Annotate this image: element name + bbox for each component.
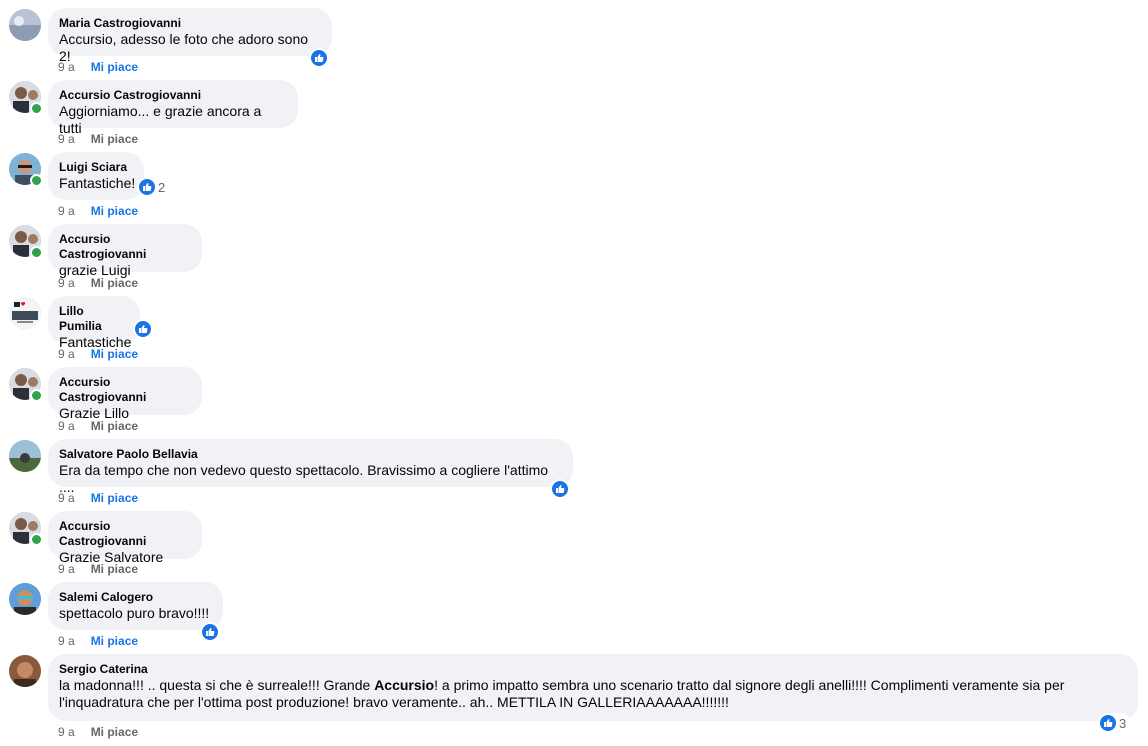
comment-author[interactable]: Accursio Castrogiovanni (59, 88, 287, 103)
comment-timestamp[interactable]: 9 a (58, 562, 75, 576)
comment-bubble: Maria Castrogiovanni Accursio, adesso le… (48, 8, 332, 64)
thumbs-up-icon (202, 624, 218, 640)
reaction-badge[interactable] (133, 319, 153, 339)
comment-author[interactable]: Accursio Castrogiovanni (59, 519, 191, 549)
thumbs-up-icon (139, 179, 155, 195)
comment-bubble: Accursio Castrogiovanni Grazie Lillo (48, 367, 202, 421)
comment-bubble: Sergio Caterina la madonna!!! .. questa … (48, 654, 1138, 721)
comment-bubble: Lillo Pumilia Fantastiche (48, 296, 140, 350)
comment-meta: 9 a Mi piace (58, 562, 138, 576)
comment-author[interactable]: Salemi Calogero (59, 590, 212, 605)
like-button[interactable]: Mi piace (91, 60, 138, 74)
like-button[interactable]: Mi piace (91, 725, 138, 739)
reaction-count: 3 (1119, 715, 1127, 731)
thumbs-up-icon (135, 321, 151, 337)
comment-timestamp[interactable]: 9 a (58, 276, 75, 290)
comment-author[interactable]: Accursio Castrogiovanni (59, 232, 191, 262)
avatar[interactable] (9, 297, 41, 329)
like-button[interactable]: Mi piace (91, 347, 138, 361)
thumbs-up-icon (552, 481, 568, 497)
comment-author[interactable]: Sergio Caterina (59, 662, 1127, 677)
avatar[interactable] (9, 440, 41, 472)
online-status-indicator (30, 533, 43, 546)
comment-timestamp[interactable]: 9 a (58, 60, 75, 74)
avatar[interactable] (9, 583, 41, 615)
reaction-badge[interactable]: 2 (137, 177, 171, 197)
reaction-badge[interactable] (550, 479, 570, 499)
comment-meta: 9 a Mi piace (58, 204, 138, 218)
reaction-count: 2 (158, 179, 166, 195)
online-status-indicator (30, 246, 43, 259)
like-button[interactable]: Mi piace (91, 634, 138, 648)
comment-text-part: la madonna!!! .. questa si che è surreal… (59, 677, 375, 693)
comment-timestamp[interactable]: 9 a (58, 725, 75, 739)
comment-meta: 9 a Mi piace (58, 491, 138, 505)
comment-meta: 9 a Mi piace (58, 60, 138, 74)
online-status-indicator (30, 102, 43, 115)
reaction-badge[interactable] (200, 622, 220, 642)
like-button[interactable]: Mi piace (91, 276, 138, 290)
comment-meta: 9 a Mi piace (58, 419, 138, 433)
comment-meta: 9 a Mi piace (58, 725, 138, 739)
comment-author[interactable]: Lillo Pumilia (59, 304, 129, 334)
comment-text: la madonna!!! .. questa si che è surreal… (59, 677, 1127, 711)
comment-author[interactable]: Accursio Castrogiovanni (59, 375, 191, 405)
comment-meta: 9 a Mi piace (58, 347, 138, 361)
like-button[interactable]: Mi piace (91, 132, 138, 146)
comment-timestamp[interactable]: 9 a (58, 132, 75, 146)
comment-bubble: Salvatore Paolo Bellavia Era da tempo ch… (48, 439, 573, 495)
comment-text: spettacolo puro bravo!!!! (59, 605, 210, 621)
like-button[interactable]: Mi piace (91, 204, 138, 218)
comment-bubble: Accursio Castrogiovanni Grazie Salvatore (48, 511, 202, 565)
online-status-indicator (30, 174, 43, 187)
avatar[interactable] (9, 9, 41, 41)
comment-bubble: Accursio Castrogiovanni Aggiorniamo... e… (48, 80, 298, 136)
comment-meta: 9 a Mi piace (58, 276, 138, 290)
previous-comment-fragment (58, 0, 118, 2)
comment-timestamp[interactable]: 9 a (58, 419, 75, 433)
comment-timestamp[interactable]: 9 a (58, 347, 75, 361)
mention-link[interactable]: Accursio (374, 677, 434, 693)
reaction-badge[interactable] (309, 48, 329, 68)
online-status-indicator (30, 389, 43, 402)
comment-meta: 9 a Mi piace (58, 132, 138, 146)
thumbs-up-icon (1100, 715, 1116, 731)
comment-timestamp[interactable]: 9 a (58, 204, 75, 218)
thumbs-up-icon (311, 50, 327, 66)
comment-bubble: Accursio Castrogiovanni grazie Luigi (48, 224, 202, 278)
comment-bubble: Luigi Sciara Fantastiche! (48, 152, 144, 200)
like-button[interactable]: Mi piace (91, 491, 138, 505)
reaction-badge[interactable]: 3 (1098, 713, 1132, 733)
comment-author[interactable]: Luigi Sciara (59, 160, 133, 175)
comment-timestamp[interactable]: 9 a (58, 491, 75, 505)
comment-text: Fantastiche! (59, 175, 136, 191)
comment-bubble: Salemi Calogero spettacolo puro bravo!!!… (48, 582, 223, 630)
comment-meta: 9 a Mi piace (58, 634, 138, 648)
comment-author[interactable]: Maria Castrogiovanni (59, 16, 321, 31)
comment-author[interactable]: Salvatore Paolo Bellavia (59, 447, 562, 462)
avatar[interactable] (9, 655, 41, 687)
comment-timestamp[interactable]: 9 a (58, 634, 75, 648)
like-button[interactable]: Mi piace (91, 562, 138, 576)
like-button[interactable]: Mi piace (91, 419, 138, 433)
